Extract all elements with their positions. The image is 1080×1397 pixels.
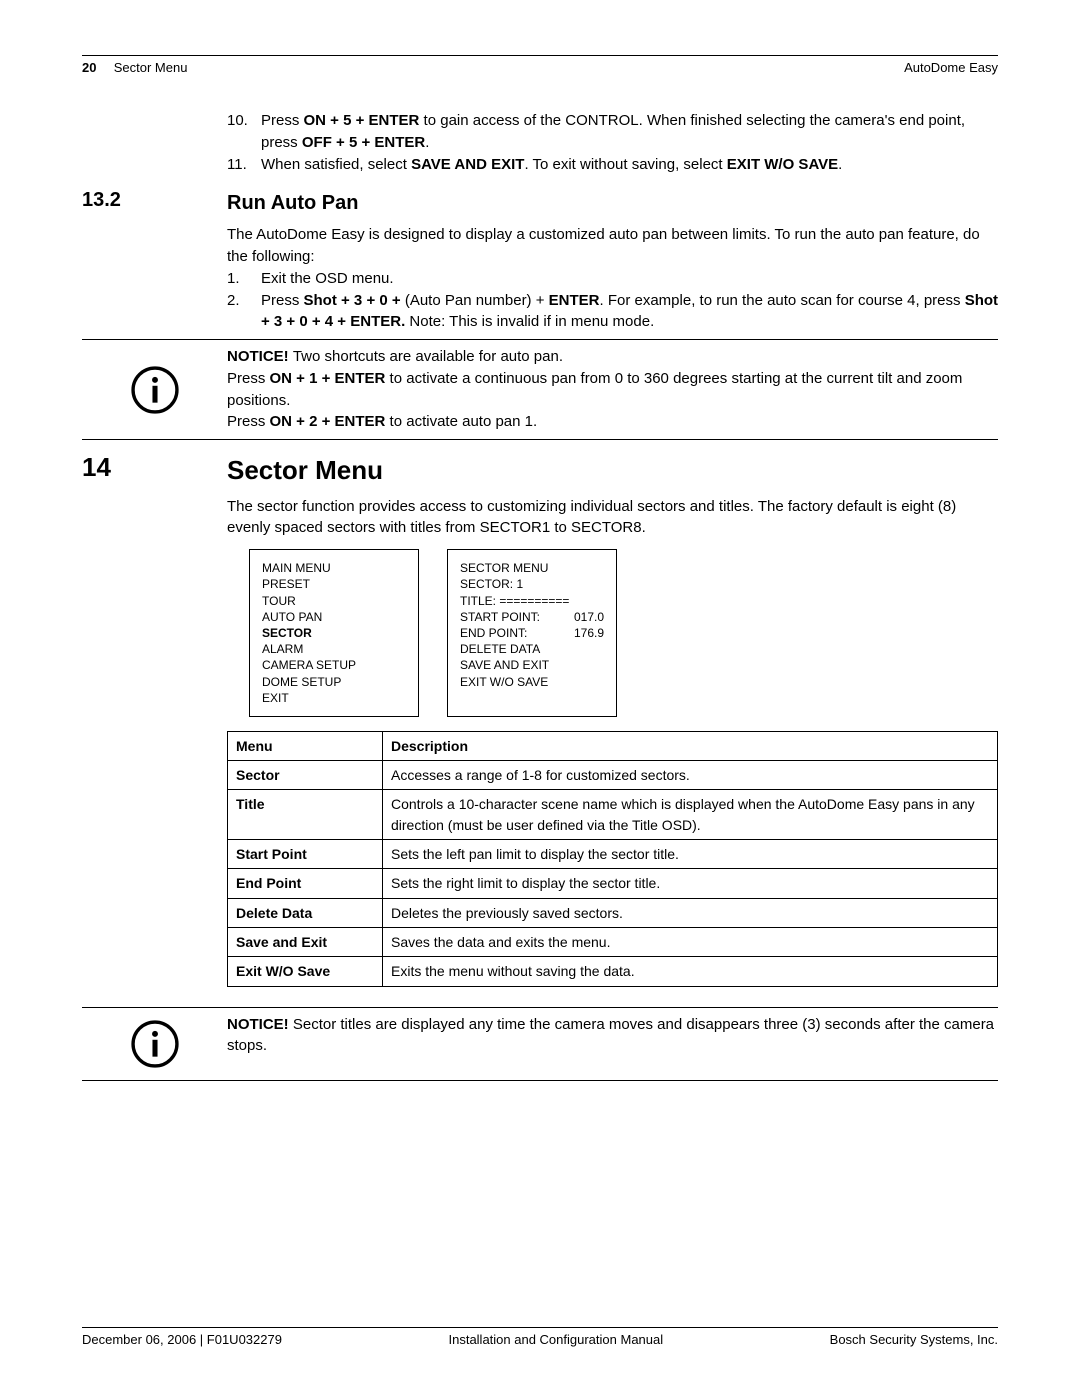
section-number: 14: [82, 452, 227, 1001]
step-10: 10. Press ON + 5 + ENTER to gain access …: [227, 110, 998, 154]
table-row: Delete DataDeletes the previously saved …: [228, 898, 998, 927]
menu-diagrams: MAIN MENUPRESETTOURAUTO PANSECTORALARMCA…: [249, 549, 998, 717]
rule: [82, 1007, 998, 1008]
sector-menu-box: SECTOR MENUSECTOR: 1TITLE: ==========STA…: [447, 549, 617, 717]
header-product: AutoDome Easy: [904, 60, 998, 75]
header-left: 20 Sector Menu: [82, 60, 187, 75]
rule: [82, 339, 998, 340]
header-section: Sector Menu: [114, 60, 188, 75]
description-table: Menu Description SectorAccesses a range …: [227, 731, 998, 987]
table-row: SectorAccesses a range of 1-8 for custom…: [228, 761, 998, 790]
footer-rule: [82, 1327, 998, 1328]
steps-continuation: 10. Press ON + 5 + ENTER to gain access …: [82, 110, 998, 175]
document-page: 20 Sector Menu AutoDome Easy 10. Press O…: [0, 0, 1080, 1397]
notice-sector: NOTICE! Sector titles are displayed any …: [82, 1014, 998, 1074]
section-14: 14 Sector Menu The sector function provi…: [82, 452, 998, 1001]
header-menu: Menu: [228, 731, 383, 760]
table-header-row: Menu Description: [228, 731, 998, 760]
section-13-2: 13.2 Run Auto Pan The AutoDome Easy is d…: [82, 189, 998, 333]
rule: [82, 1080, 998, 1081]
step-11: 11. When satisfied, select SAVE AND EXIT…: [227, 154, 998, 176]
notice-autopan: NOTICE! Two shortcuts are available for …: [82, 346, 998, 433]
info-icon: [82, 1014, 227, 1074]
autopan-step-1: 1. Exit the OSD menu.: [227, 268, 998, 290]
section-title: Sector Menu: [227, 452, 998, 490]
table-row: End PointSets the right limit to display…: [228, 869, 998, 898]
table-row: TitleControls a 10-character scene name …: [228, 790, 998, 840]
table-row: Save and ExitSaves the data and exits th…: [228, 927, 998, 956]
section-title: Run Auto Pan: [227, 189, 998, 218]
header-rule: [82, 55, 998, 56]
footer-left: December 06, 2006 | F01U032279: [82, 1332, 282, 1347]
rule: [82, 439, 998, 440]
footer-center: Installation and Configuration Manual: [448, 1332, 663, 1347]
autopan-intro: The AutoDome Easy is designed to display…: [227, 224, 998, 268]
sector-intro: The sector function provides access to c…: [227, 496, 998, 540]
header-description: Description: [383, 731, 998, 760]
autopan-step-2: 2. Press Shot + 3 + 0 + (Auto Pan number…: [227, 290, 998, 334]
header-row: 20 Sector Menu AutoDome Easy: [82, 60, 998, 75]
info-icon: [82, 346, 227, 433]
main-menu-box: MAIN MENUPRESETTOURAUTO PANSECTORALARMCA…: [249, 549, 419, 717]
table-row: Start PointSets the left pan limit to di…: [228, 840, 998, 869]
footer-right: Bosch Security Systems, Inc.: [830, 1332, 998, 1347]
section-number: 13.2: [82, 189, 227, 333]
table-row: Exit W/O SaveExits the menu without savi…: [228, 957, 998, 986]
page-number: 20: [82, 60, 96, 75]
page-footer: December 06, 2006 | F01U032279 Installat…: [82, 1327, 998, 1347]
